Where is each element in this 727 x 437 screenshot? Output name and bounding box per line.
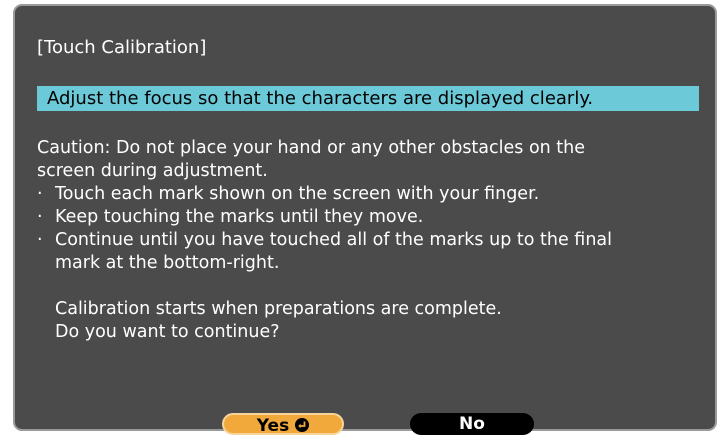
bullet-item-1: · Touch each mark shown on the screen wit… [37, 183, 712, 206]
bullet-item-3-continued: mark at the bottom-right. [55, 253, 280, 273]
caution-line-1: Caution: Do not place your hand or any o… [37, 138, 586, 158]
calibration-start-text: Calibration starts when preparations are… [55, 299, 502, 319]
enter-key-icon [295, 418, 310, 432]
bullet-marker: · [37, 230, 43, 250]
continue-question: Do you want to continue? [55, 322, 280, 342]
no-button[interactable]: No [410, 413, 534, 435]
bullet-item-1-text: Touch each mark shown on the screen with… [55, 184, 540, 204]
caution-line-2: screen during adjustment. [37, 161, 268, 181]
touch-calibration-dialog: [Touch Calibration] Adjust the focus so … [13, 4, 717, 431]
bullet-marker: · [37, 184, 43, 204]
bullet-marker: · [37, 207, 43, 227]
bullet-item-2-text: Keep touching the marks until they move. [55, 207, 424, 227]
bullet-item-3-text: Continue until you have touched all of t… [55, 230, 612, 250]
dialog-message: Caution: Do not place your hand or any o… [37, 137, 712, 344]
yes-button-label: Yes [256, 416, 290, 436]
no-button-label: No [459, 414, 485, 434]
bullet-item-3: · Continue until you have touched all of … [37, 229, 712, 252]
dialog-title: [Touch Calibration] [37, 37, 207, 58]
yes-button[interactable]: Yes [222, 413, 344, 436]
focus-instruction-banner: Adjust the focus so that the characters … [37, 86, 699, 111]
bullet-item-2: · Keep touching the marks until they move… [37, 206, 712, 229]
